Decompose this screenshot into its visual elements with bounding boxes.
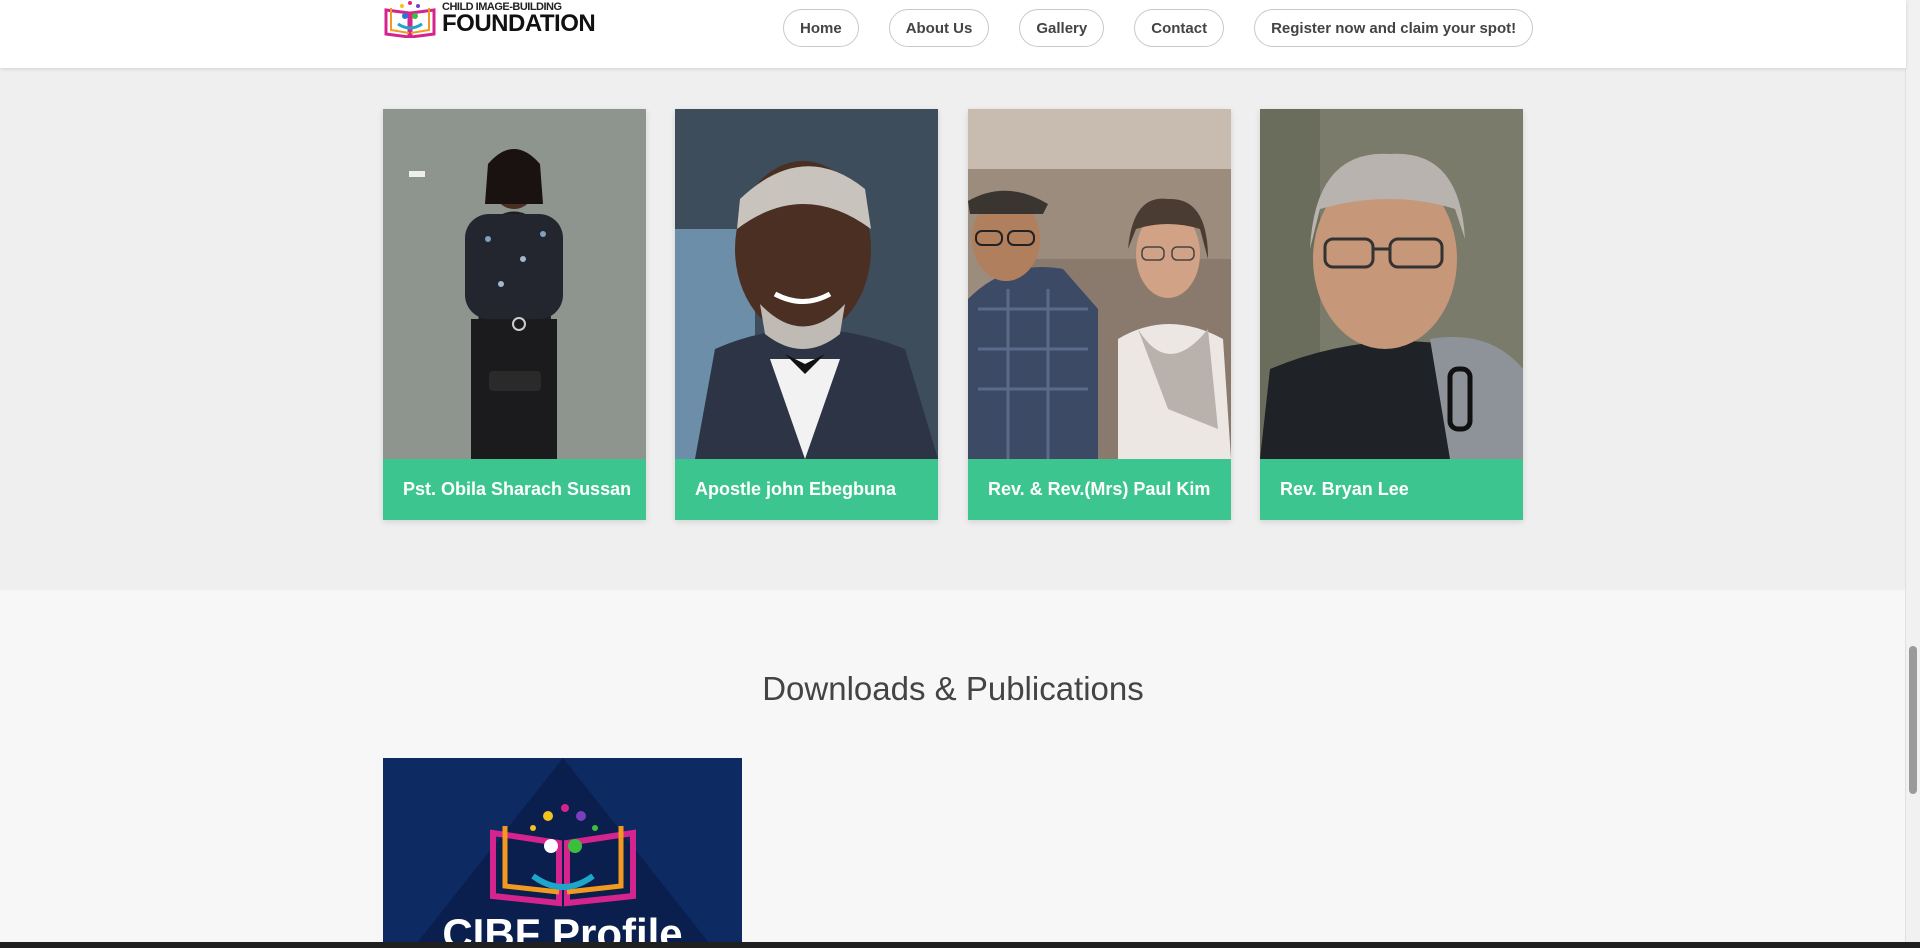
team-section: Pst. Obila Sharach Sussan Apostle john E… — [0, 68, 1906, 590]
team-photo — [675, 109, 938, 459]
team-card[interactable]: Rev. Bryan Lee — [1260, 109, 1523, 520]
site-logo[interactable]: CHILD IMAGE-BUILDING FOUNDATION — [382, 0, 596, 39]
nav-contact-button[interactable]: Contact — [1134, 9, 1225, 47]
book-logo-icon — [382, 0, 438, 39]
logo-title: FOUNDATION — [442, 10, 596, 37]
main-nav: Home About Us Gallery Contact Register n… — [783, 9, 1534, 47]
nav-gallery-button[interactable]: Gallery — [1019, 9, 1105, 47]
page-scrollbar[interactable] — [1905, 0, 1920, 948]
scrollbar-thumb[interactable] — [1909, 646, 1917, 794]
team-name: Rev. Bryan Lee — [1260, 459, 1523, 520]
team-card[interactable]: Apostle john Ebegbuna — [675, 109, 938, 520]
nav-home-button[interactable]: Home — [783, 9, 859, 47]
section-title: Downloads & Publications — [762, 670, 1144, 707]
team-name: Rev. & Rev.(Mrs) Paul Kim — [968, 459, 1231, 520]
team-photo — [1260, 109, 1523, 459]
os-taskbar — [0, 942, 1920, 948]
team-card[interactable]: Pst. Obila Sharach Sussan — [383, 109, 646, 520]
nav-register-button[interactable]: Register now and claim your spot! — [1254, 9, 1534, 47]
nav-about-button[interactable]: About Us — [888, 9, 990, 47]
team-card[interactable]: Rev. & Rev.(Mrs) Paul Kim — [968, 109, 1231, 520]
publication-card[interactable]: CIBF Profile — [383, 758, 742, 948]
site-header: CHILD IMAGE-BUILDING FOUNDATION Home Abo… — [0, 0, 1906, 68]
team-photo — [383, 109, 646, 459]
downloads-section: Downloads & Publications CIBF Profile — [0, 590, 1906, 948]
team-name: Pst. Obila Sharach Sussan — [383, 459, 646, 520]
team-name: Apostle john Ebegbuna — [675, 459, 938, 520]
team-photo — [968, 109, 1231, 459]
